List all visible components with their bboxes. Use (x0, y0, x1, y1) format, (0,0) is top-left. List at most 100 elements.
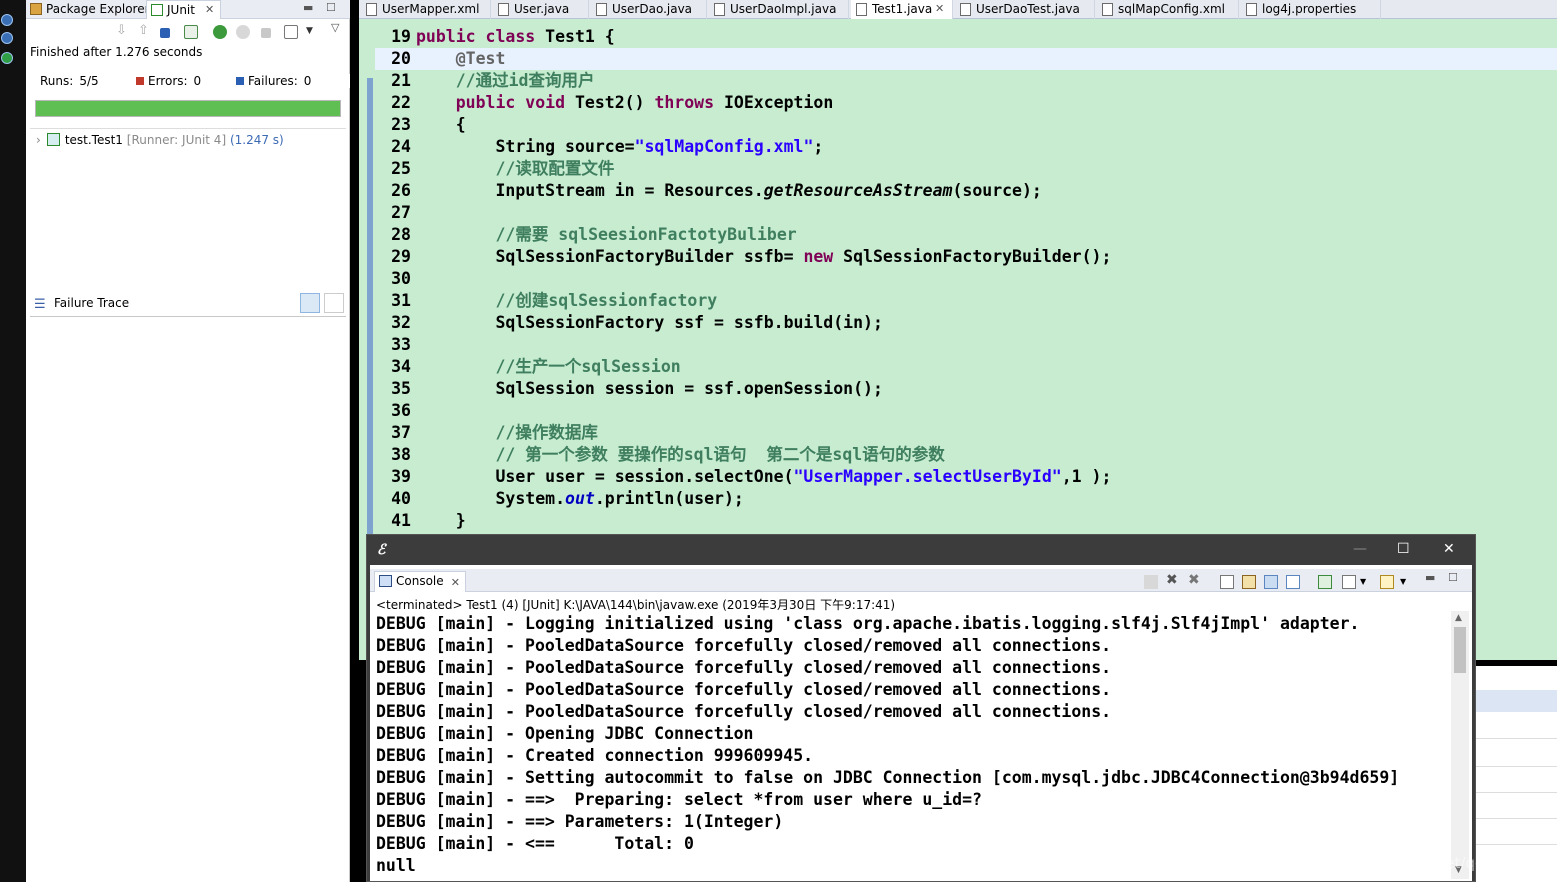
runs-counter: Runs: 5/5 (40, 74, 130, 88)
stop-icon[interactable] (261, 28, 271, 38)
compare-results-button[interactable] (324, 293, 344, 313)
scroll-up-icon[interactable]: ▲ (1455, 613, 1462, 623)
line-number: 31 (391, 291, 411, 310)
console-window: ℰ — ☐ ✕ Console ✕ ✖ ✖ ▼ ▼ ▬ ☐ <terminate… (366, 534, 1476, 882)
code-comment: //通过id查询用户 (455, 71, 595, 90)
rerun-test-icon[interactable] (213, 25, 227, 39)
open-console-icon[interactable] (1380, 575, 1394, 589)
test-suite-icon (46, 133, 60, 146)
tab-test1-java[interactable]: Test1.java ✕ (851, 0, 953, 19)
dropdown-icon[interactable]: ▼ (1360, 577, 1374, 591)
console-line: null (376, 856, 416, 875)
console-line: DEBUG [main] - PooledDataSource forceful… (376, 702, 1112, 721)
tab-userdaotest-java[interactable]: UserDaoTest.java (955, 0, 1095, 19)
word-wrap-icon[interactable] (1264, 575, 1278, 589)
perspective-icon-2[interactable] (1, 32, 13, 44)
line-number: 25 (391, 159, 411, 178)
code-keyword: new (803, 247, 834, 266)
tab-label: Package Explorer (46, 2, 150, 16)
maximize-icon[interactable]: ☐ (326, 1, 336, 14)
tab-usermapper-xml[interactable]: UserMapper.xml (361, 0, 491, 19)
show-failures-only-icon[interactable] (160, 28, 170, 38)
code-text: (source); (952, 181, 1042, 200)
tab-junit[interactable]: JUnit ✕ (146, 0, 221, 19)
panel-divider[interactable] (350, 0, 359, 882)
history-dropdown-icon[interactable]: ▼ (306, 26, 320, 40)
perspective-icon[interactable] (1, 14, 13, 26)
remove-launch-icon[interactable]: ✖ (1166, 572, 1180, 588)
view-menu-icon[interactable]: ▽ (331, 21, 345, 35)
terminate-icon[interactable] (1144, 575, 1158, 589)
console-output[interactable]: DEBUG [main] - Logging initialized using… (376, 613, 1448, 877)
divider-line (1476, 766, 1557, 767)
change-ruler (367, 78, 373, 552)
minimize-icon[interactable]: ▬ (1425, 571, 1439, 585)
window-minimize-icon[interactable]: — (1353, 541, 1367, 557)
show-console-on-output-icon[interactable] (1286, 575, 1300, 589)
test-tree: › test.Test1 [Runner: JUnit 4] (1.247 s) (30, 128, 346, 288)
junit-icon (151, 4, 163, 16)
line-number: 35 (391, 379, 411, 398)
close-icon[interactable]: ✕ (935, 0, 944, 18)
tree-item-name: test.Test1 (64, 133, 123, 147)
line-number: 40 (391, 489, 411, 508)
left-toolbar-strip (0, 0, 26, 882)
close-icon[interactable]: ✕ (205, 1, 214, 19)
console-line: DEBUG [main] - ==> Parameters: 1(Integer… (376, 812, 784, 831)
maximize-icon[interactable]: ☐ (1448, 571, 1462, 585)
rerun-failed-icon[interactable] (236, 25, 250, 39)
test-progress-bar (35, 100, 341, 117)
next-failure-icon[interactable]: ⇩ (116, 23, 130, 38)
errors-label: Errors: (148, 74, 188, 88)
scrollbar-thumb[interactable] (1454, 627, 1466, 673)
tree-item-runner: [Runner: JUnit 4] (126, 133, 227, 147)
line-number: 27 (391, 203, 411, 222)
outline-view-background (1476, 660, 1557, 882)
line-number: 26 (391, 181, 411, 200)
previous-failure-icon[interactable]: ⇧ (138, 23, 152, 38)
tab-userdao-java[interactable]: UserDao.java (591, 0, 707, 19)
code-static-field: out (565, 489, 595, 508)
window-maximize-icon[interactable]: ☐ (1397, 541, 1410, 557)
tree-item-test1[interactable]: › test.Test1 [Runner: JUnit 4] (1.247 s) (36, 133, 284, 147)
tab-label: Test1.java (872, 2, 933, 16)
minimize-icon[interactable]: ▬ (303, 1, 313, 14)
tab-sqlmapconfig-xml[interactable]: sqlMapConfig.xml (1097, 0, 1239, 19)
chevron-right-icon[interactable]: › (36, 133, 41, 147)
code-text: .println(user); (594, 489, 744, 508)
clear-console-icon[interactable] (1220, 575, 1234, 589)
scroll-lock-icon[interactable] (184, 25, 198, 39)
console-line: DEBUG [main] - PooledDataSource forceful… (376, 636, 1112, 655)
code-comment: //读取配置文件 (495, 159, 615, 178)
line-number: 34 (391, 357, 411, 376)
java-file-icon (596, 3, 607, 16)
window-close-icon[interactable]: ✕ (1443, 541, 1455, 557)
line-number: 37 (391, 423, 411, 442)
scroll-lock-icon[interactable] (1242, 575, 1256, 589)
code-lines[interactable]: 19 public class Test1 { 20 @Test 21 //通过i… (375, 26, 1557, 532)
java-file-icon (498, 3, 509, 16)
divider-line (1476, 844, 1557, 845)
code-text: SqlSession session = ssf.openSession(); (495, 379, 883, 398)
console-window-titlebar[interactable]: ℰ — ☐ ✕ (367, 535, 1475, 565)
code-text: SqlSessionFactory ssf = ssfb.build(in); (495, 313, 883, 332)
tab-userdaoimpl-java[interactable]: UserDaoImpl.java (709, 0, 849, 19)
console-scrollbar[interactable]: ▲ ▼ (1451, 611, 1469, 879)
tab-log4j-properties[interactable]: log4j.properties (1241, 0, 1381, 19)
line-number: 24 (391, 137, 411, 156)
tab-user-java[interactable]: User.java (493, 0, 589, 19)
code-string: "UserMapper.selectUserById" (793, 467, 1062, 486)
dropdown-icon-2[interactable]: ▼ (1400, 577, 1414, 591)
perspective-icon-3[interactable] (1, 52, 13, 64)
tab-label: UserMapper.xml (382, 2, 480, 16)
remove-all-launches-icon[interactable]: ✖ (1188, 572, 1202, 588)
line-number: 30 (391, 269, 411, 288)
pin-console-icon[interactable] (1318, 575, 1332, 589)
close-icon[interactable]: ✕ (451, 573, 460, 592)
filter-stack-trace-button[interactable] (300, 293, 320, 313)
display-selected-console-icon[interactable] (1342, 575, 1356, 589)
test-history-icon[interactable] (284, 25, 298, 39)
tab-package-explorer[interactable]: Package Explorer (26, 0, 150, 19)
line-number: 41 (391, 511, 411, 530)
tab-console[interactable]: Console ✕ (374, 571, 466, 592)
